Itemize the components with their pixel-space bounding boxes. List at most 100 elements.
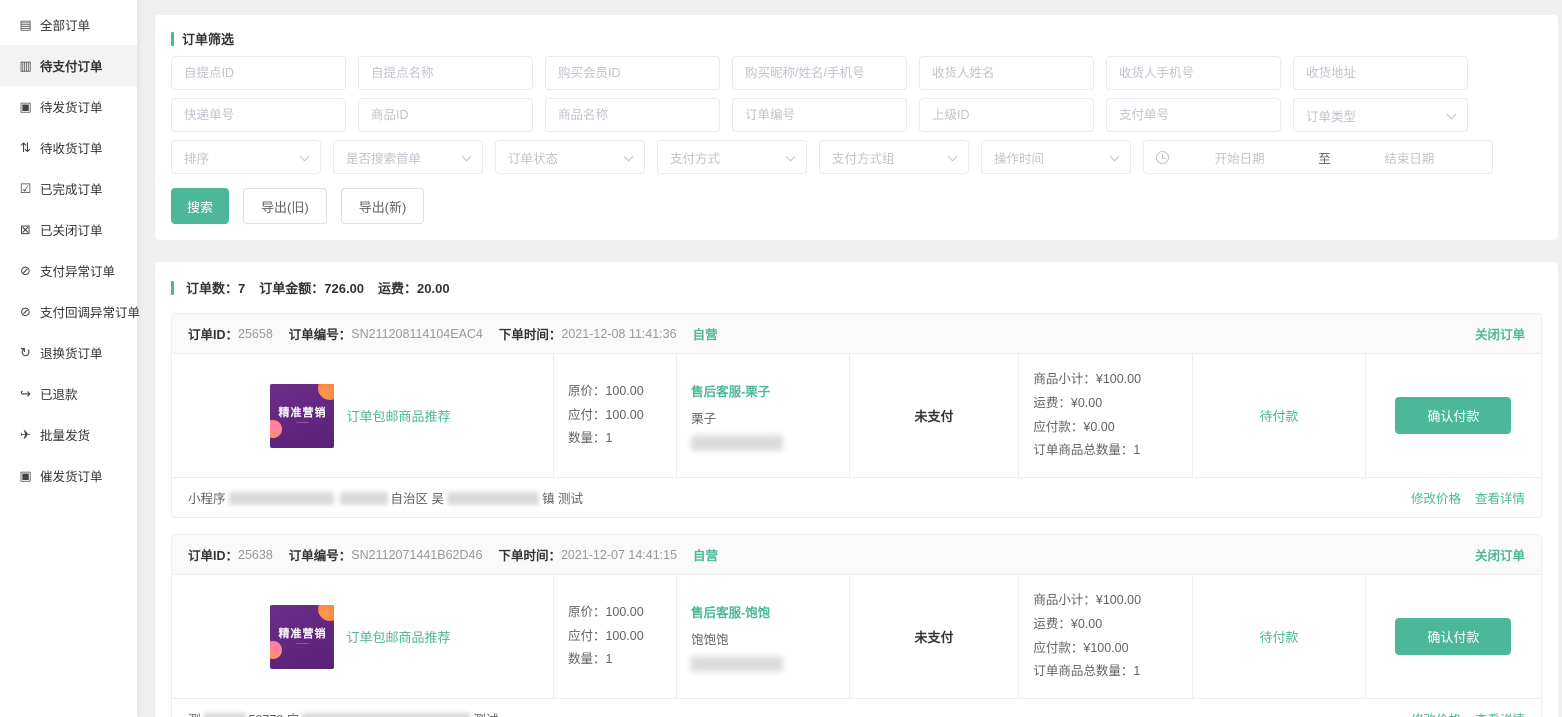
filter-select-5[interactable]: 支付方式组 [819, 140, 969, 174]
payment-status: 未支付 [914, 627, 953, 646]
pending-receive-icon: ⇅ [18, 140, 33, 156]
filter-input-7[interactable] [1293, 56, 1468, 90]
action-cell: 确认付款 [1366, 575, 1541, 698]
sidebar-item-label: 退换货订单 [40, 343, 103, 362]
main-content: 订单筛选 订单类型 排序是否搜索首单订单状态支付方式支付方式组操作时间开始日期至… [137, 15, 1562, 717]
order-id-label: 订单ID： [188, 324, 238, 343]
filter-input-6[interactable] [1106, 56, 1281, 90]
confirm-payment-button[interactable]: 确认付款 [1395, 618, 1511, 655]
filter-input-row2-2[interactable] [358, 98, 533, 132]
order-body: 精准营销———订单包邮商品推荐原价：100.00应付：100.00数量：1售后客… [172, 575, 1541, 698]
sidebar-item-batch-ship-send[interactable]: ✈批量发货 [0, 414, 137, 455]
chevron-down-icon [786, 152, 796, 162]
green-bar-decoration [171, 32, 174, 46]
redacted-text [229, 492, 334, 505]
sidebar-item-label: 已关闭订单 [40, 220, 103, 239]
pending-ship-truck-icon: ▣ [18, 99, 33, 115]
select-placeholder: 订单类型 [1306, 106, 1356, 125]
select-placeholder: 支付方式 [670, 148, 720, 167]
filter-select-1[interactable]: 排序 [171, 140, 321, 174]
filter-select-2[interactable]: 是否搜索首单 [333, 140, 483, 174]
export-new-button[interactable]: 导出(新) [341, 188, 425, 224]
totals-cell: 商品小计：¥100.00运费：¥0.00应付款：¥100.00订单商品总数量：1 [1019, 575, 1193, 698]
address-text: 自治区 吴 [391, 492, 444, 506]
product-name-link[interactable]: 订单包邮商品推荐 [346, 627, 450, 646]
end-date-placeholder: 结束日期 [1339, 148, 1480, 167]
urge-ship-truck-icon: ▣ [18, 468, 33, 484]
sidebar-item-pending-ship-truck[interactable]: ▣待发货订单 [0, 86, 137, 127]
order-sn-label: 订单编号： [289, 324, 352, 343]
export-old-button[interactable]: 导出(旧) [243, 188, 327, 224]
redacted-text [302, 713, 470, 717]
modify-price-link[interactable]: 修改价格 [1411, 709, 1461, 717]
sidebar-item-refunded[interactable]: ↪已退款 [0, 373, 137, 414]
sidebar-item-label: 支付回调异常订单 [40, 302, 140, 321]
product-name-link[interactable]: 订单包邮商品推荐 [346, 406, 450, 425]
filter-input-2[interactable] [358, 56, 533, 90]
product-image-subtitle: ——— [278, 420, 326, 425]
order-address: 小程序自治区 吴镇 测试 [188, 488, 583, 507]
redacted-text [447, 492, 539, 505]
close-order-link[interactable]: 关闭订单 [1475, 324, 1525, 343]
select-placeholder: 订单状态 [508, 148, 558, 167]
sidebar-item-all-orders[interactable]: ▤全部订单 [0, 4, 137, 45]
address-text: 59779 宁 [249, 713, 300, 717]
completed-check-icon: ☑ [18, 181, 33, 197]
sidebar-item-completed-check[interactable]: ☑已完成订单 [0, 168, 137, 209]
order-id-value: 25638 [238, 548, 273, 562]
chevron-down-icon [624, 152, 634, 162]
order-id-label: 订单ID： [188, 545, 238, 564]
sidebar-item-pending-payment[interactable]: ▥待支付订单 [0, 45, 137, 86]
filter-input-3[interactable] [545, 56, 720, 90]
filter-select-4[interactable]: 支付方式 [657, 140, 807, 174]
self-operated-badge: 自营 [693, 545, 718, 564]
customer-cell: 售后客服-饱饱饱饱饱 [677, 575, 849, 698]
filter-input-row2-5[interactable] [919, 98, 1094, 132]
filter-input-4[interactable] [732, 56, 907, 90]
sidebar-item-pending-receive[interactable]: ⇅ 待收货订单 [0, 127, 137, 168]
sidebar-item-label: 待收货订单 [40, 138, 103, 157]
sidebar-item-callback-error[interactable]: ⊘支付回调异常订单 [0, 291, 137, 332]
filter-input-row2-1[interactable] [171, 98, 346, 132]
summary-pair: 订单数：7 [186, 281, 245, 296]
awaiting-payment-text: 待付款 [1259, 406, 1298, 425]
customer-phone-redacted [691, 656, 783, 672]
filter-select-6[interactable]: 操作时间 [981, 140, 1131, 174]
order-body: 精准营销———订单包邮商品推荐原价：100.00应付：100.00数量：1售后客… [172, 354, 1541, 477]
confirm-payment-button[interactable]: 确认付款 [1395, 397, 1511, 434]
date-separator: 至 [1310, 148, 1339, 167]
after-sales-service-link[interactable]: 售后客服-栗子 [691, 381, 834, 400]
filter-input-row2-6[interactable] [1106, 98, 1281, 132]
order-time-label: 下单时间： [498, 545, 561, 564]
order-time-label: 下单时间： [499, 324, 562, 343]
sidebar-item-payment-error[interactable]: ⊘支付异常订单 [0, 250, 137, 291]
filter-select-3[interactable]: 订单状态 [495, 140, 645, 174]
original-price: 原价：100.00 [568, 601, 662, 625]
image-decoration [318, 384, 334, 400]
sidebar-item-urge-ship-truck[interactable]: ▣ 催发货订单 [0, 455, 137, 496]
sidebar-item-return-exchange[interactable]: ↻退换货订单 [0, 332, 137, 373]
summary-value: 7 [238, 281, 245, 296]
filter-input-row2-4[interactable] [732, 98, 907, 132]
date-range-picker[interactable]: 开始日期至结束日期 [1143, 140, 1493, 174]
view-details-link[interactable]: 查看详情 [1475, 709, 1525, 717]
search-button[interactable]: 搜索 [171, 188, 229, 224]
sidebar-item-label: 催发货订单 [40, 466, 103, 485]
sidebar-item-label: 支付异常订单 [40, 261, 115, 280]
after-sales-service-link[interactable]: 售后客服-饱饱 [691, 602, 834, 621]
filter-input-row2-3[interactable] [545, 98, 720, 132]
price-cell: 原价：100.00应付：100.00数量：1 [554, 354, 677, 477]
customer-name: 栗子 [691, 408, 834, 427]
view-details-link[interactable]: 查看详情 [1475, 488, 1525, 507]
status-cell: 未支付 [850, 354, 1020, 477]
filter-input-5[interactable] [919, 56, 1094, 90]
all-orders-icon: ▤ [18, 17, 33, 33]
redacted-text [204, 713, 246, 717]
modify-price-link[interactable]: 修改价格 [1411, 488, 1461, 507]
close-order-link[interactable]: 关闭订单 [1475, 545, 1525, 564]
filter-input-1[interactable] [171, 56, 346, 90]
sidebar-item-label: 批量发货 [40, 425, 90, 444]
order-address: 测59779 宁测试 [188, 709, 498, 717]
sidebar-item-closed-order[interactable]: ⊠已关闭订单 [0, 209, 137, 250]
order-type-select[interactable]: 订单类型 [1293, 98, 1468, 132]
